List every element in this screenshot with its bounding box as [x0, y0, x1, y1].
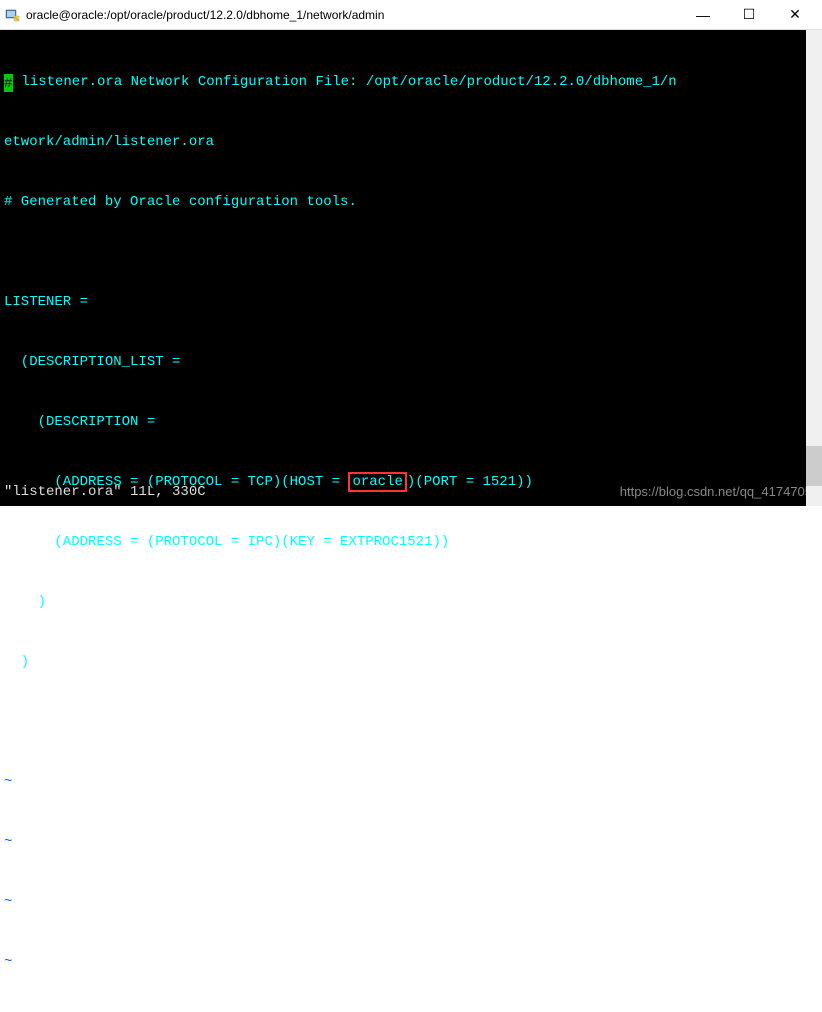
highlighted-host: oracle	[348, 472, 406, 492]
file-line-3: # Generated by Oracle configuration tool…	[4, 192, 818, 212]
vi-tilde: ~	[4, 892, 818, 912]
vi-tilde: ~	[4, 772, 818, 792]
titlebar: oracle@oracle:/opt/oracle/product/12.2.0…	[0, 0, 822, 30]
close-button[interactable]: ✕	[772, 0, 818, 30]
terminal-area[interactable]: # listener.ora Network Configuration Fil…	[0, 30, 822, 506]
vi-tilde: ~	[4, 952, 818, 972]
file-line-11: )	[4, 652, 818, 672]
window-title: oracle@oracle:/opt/oracle/product/12.2.0…	[26, 8, 680, 22]
file-line-9: (ADDRESS = (PROTOCOL = IPC)(KEY = EXTPRO…	[4, 532, 818, 552]
vi-status-line: "listener.ora" 11L, 330C	[4, 482, 206, 502]
file-line-2: etwork/admin/listener.ora	[4, 132, 818, 152]
minimize-button[interactable]: —	[680, 0, 726, 30]
file-line-5: LISTENER =	[4, 292, 818, 312]
file-line-7: (DESCRIPTION =	[4, 412, 818, 432]
file-line-1: # listener.ora Network Configuration Fil…	[4, 72, 818, 92]
scrollbar-thumb[interactable]	[806, 446, 822, 486]
empty-buffer-line	[4, 712, 818, 732]
cursor-block: #	[4, 74, 13, 92]
putty-icon	[4, 7, 20, 23]
vi-tilde: ~	[4, 832, 818, 852]
file-line-6: (DESCRIPTION_LIST =	[4, 352, 818, 372]
file-line-10: )	[4, 592, 818, 612]
maximize-button[interactable]: ☐	[726, 0, 772, 30]
window-controls: — ☐ ✕	[680, 0, 818, 30]
watermark-text: https://blog.csdn.net/qq_4174705	[620, 482, 812, 502]
vertical-scrollbar[interactable]	[806, 30, 822, 506]
